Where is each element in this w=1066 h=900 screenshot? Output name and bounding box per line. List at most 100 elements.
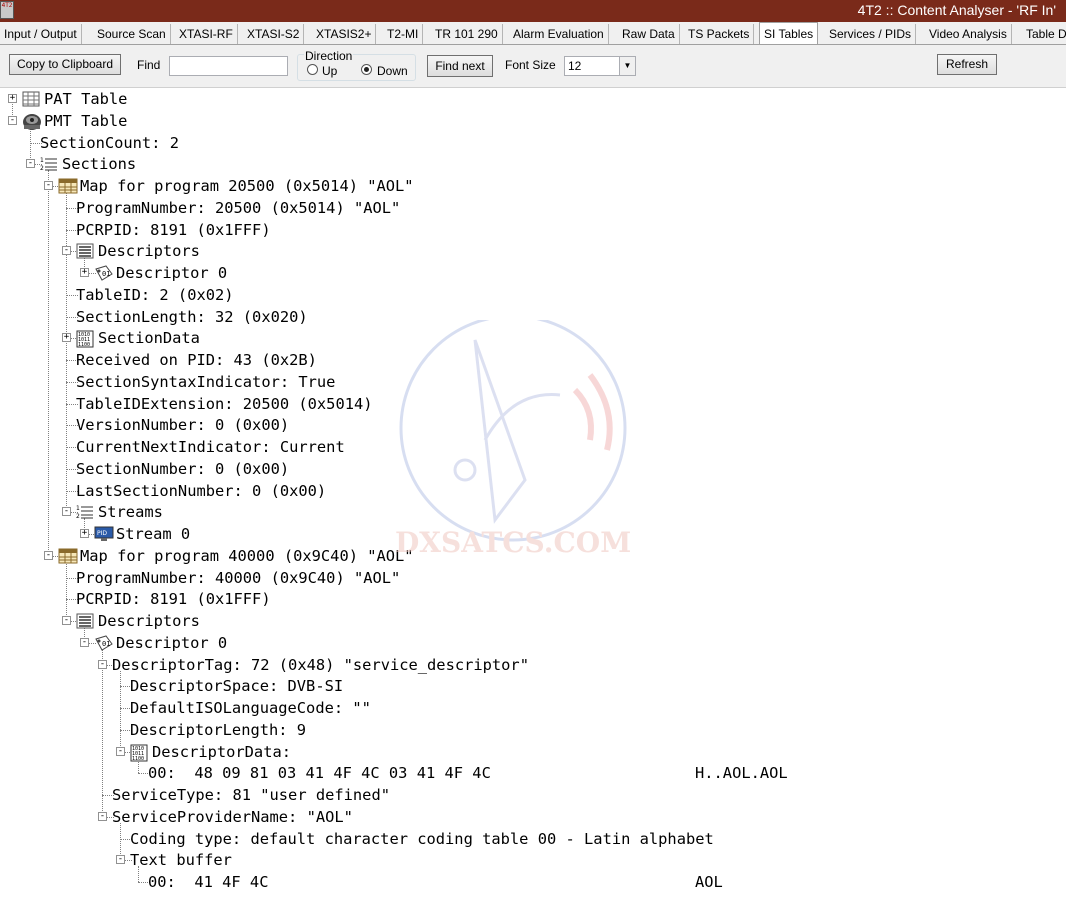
hex-ascii-text: H..AOL.AOL [695, 764, 788, 783]
tree-node-label[interactable]: SectionLength: 32 (0x020) [76, 306, 308, 328]
tree-node-label[interactable]: PCRPID: 8191 (0x1FFF) [76, 219, 271, 241]
tab-video-analysis[interactable]: Video Analysis [925, 24, 1012, 44]
tab-xtasi-s2[interactable]: XTASI-S2 [243, 24, 305, 44]
font-size-select[interactable]: 12 ▼ [564, 56, 636, 76]
expand-icon[interactable]: + [80, 268, 89, 277]
binary-data-icon: 1010 1011 1100 [76, 330, 94, 348]
tree-node-label[interactable]: Sections [62, 153, 136, 175]
collapse-icon[interactable]: - [116, 855, 125, 865]
tree-node-label[interactable]: 00: 48 09 81 03 41 4F 4C 03 41 4F 4C [148, 762, 491, 784]
si-table-tree[interactable]: + PAT Table - PMT Table SectionCount: 2-1 2 Se… [0, 88, 1066, 900]
expand-icon[interactable]: + [62, 333, 71, 343]
tab-si-tables[interactable]: SI Tables [759, 22, 819, 44]
app-icon-label: 4T2 [1, 2, 13, 9]
tree-node-label[interactable]: VersionNumber: 0 (0x00) [76, 414, 289, 436]
direction-up-radio[interactable] [307, 64, 318, 75]
tree-node-label[interactable]: CurrentNextIndicator: Current [76, 436, 345, 458]
tab-xtasi-rf[interactable]: XTASI-RF [175, 24, 238, 44]
tab-source-scan[interactable]: Source Scan [93, 24, 171, 44]
collapse-icon[interactable]: - [44, 181, 53, 190]
collapse-icon[interactable]: - [98, 659, 107, 669]
tree-node-label[interactable]: DescriptorSpace: DVB-SI [130, 675, 343, 697]
tab-services-pids[interactable]: Services / PIDs [825, 24, 917, 44]
expand-icon[interactable]: + [8, 94, 17, 103]
svg-text:2: 2 [40, 165, 44, 172]
tab-t2-mi[interactable]: T2-MI [383, 24, 424, 44]
tree-node-label[interactable]: Descriptor 0 [116, 632, 227, 654]
find-label: Find [137, 58, 161, 72]
find-next-button[interactable]: Find next [427, 55, 493, 77]
table-grid-icon [22, 91, 40, 107]
tree-node-label[interactable]: Map for program 40000 (0x9C40) "AOL" [80, 545, 414, 567]
tree-node-label[interactable]: DescriptorData: [152, 741, 291, 763]
tab-tr-101-290[interactable]: TR 101 290 [431, 24, 503, 44]
tree-node-label[interactable]: Received on PID: 43 (0x2B) [76, 349, 317, 371]
svg-text:1: 1 [40, 157, 44, 164]
tree-node-label[interactable]: ServiceProviderName: "AOL" [112, 806, 353, 828]
collapse-icon[interactable]: - [62, 246, 71, 256]
map-table-icon [58, 548, 78, 564]
tree-node-label[interactable]: Text buffer [130, 849, 232, 871]
tab-strip: Input / Output Source Scan XTASI-RF XTASI-S… [0, 22, 1066, 45]
tree-node-label[interactable]: PAT Table [44, 88, 127, 110]
tree-node-label[interactable]: SectionCount: 2 [40, 132, 179, 154]
tree-node-label[interactable]: PMT Table [44, 110, 127, 132]
window-title: 4T2 :: Content Analyser - 'RF In' [857, 2, 1056, 18]
chevron-down-icon[interactable]: ▼ [619, 57, 635, 75]
hex-ascii-text: AOL [695, 873, 723, 891]
tree-node-label[interactable]: TableID: 2 (0x02) [76, 284, 234, 306]
numbered-list-icon: 12 [40, 156, 58, 172]
font-size-label: Font Size [505, 58, 556, 72]
tree-guide-line [48, 170, 49, 556]
video-stream-icon: PID [94, 526, 114, 542]
title-bar: 4T2 4T2 :: Content Analyser - 'RF In' [0, 0, 1066, 22]
svg-text:01: 01 [102, 640, 110, 648]
app-icon[interactable]: 4T2 [0, 1, 14, 19]
tree-node-label[interactable]: DescriptorLength: 9 [130, 719, 306, 741]
collapse-icon[interactable]: - [44, 550, 53, 560]
refresh-button[interactable]: Refresh [937, 54, 997, 75]
svg-text:1100: 1100 [132, 756, 144, 762]
expand-icon[interactable]: + [80, 529, 89, 538]
collapse-icon[interactable]: - [8, 115, 17, 125]
tree-node-label[interactable]: Descriptor 0 [116, 262, 227, 284]
copy-to-clipboard-button[interactable]: Copy to Clipboard [9, 54, 121, 75]
tree-node-label[interactable]: ProgramNumber: 40000 (0x9C40) "AOL" [76, 567, 400, 589]
tab-raw-data[interactable]: Raw Data [618, 24, 680, 44]
tree-node-label[interactable]: 00: 41 4F 4C [148, 871, 268, 893]
tree-node-label[interactable]: DescriptorTag: 72 (0x48) "service_descri… [112, 654, 529, 676]
tree-node-label[interactable]: ProgramNumber: 20500 (0x5014) "AOL" [76, 197, 400, 219]
map-table-icon [58, 178, 78, 194]
tree-node-label[interactable]: SectionData [98, 327, 200, 349]
tree-guide-line [66, 561, 67, 621]
collapse-icon[interactable]: - [26, 159, 35, 169]
descriptor-tag-icon: 01 [94, 265, 113, 281]
collapse-icon[interactable]: - [62, 616, 71, 625]
tab-ts-packets[interactable]: TS Packets [684, 24, 755, 44]
tree-node-label[interactable]: Descriptors [98, 610, 200, 632]
tab-alarm-evaluation[interactable]: Alarm Evaluation [509, 24, 609, 44]
direction-up-label: Up [322, 64, 338, 78]
collapse-icon[interactable]: - [80, 637, 89, 647]
tab-input-output[interactable]: Input / Output [0, 24, 82, 44]
collapse-icon[interactable]: - [98, 811, 107, 821]
tree-node-label[interactable]: LastSectionNumber: 0 (0x00) [76, 480, 326, 502]
tree-node-label[interactable]: ServiceType: 81 "user defined" [112, 784, 390, 806]
collapse-icon[interactable]: - [62, 507, 71, 517]
tree-node-label[interactable]: SectionNumber: 0 (0x00) [76, 458, 289, 480]
tree-node-label[interactable]: Streams [98, 501, 163, 523]
tab-xtasis2[interactable]: XTASIS2+ [312, 24, 377, 44]
tree-node-label[interactable]: Stream 0 [116, 523, 190, 545]
tree-node-label[interactable]: Map for program 20500 (0x5014) "AOL" [80, 175, 414, 197]
tree-node-label[interactable]: SectionSyntaxIndicator: True [76, 371, 335, 393]
tree-node-label[interactable]: Descriptors [98, 240, 200, 262]
tree-node-label[interactable]: TableIDExtension: 20500 (0x5014) [76, 393, 373, 415]
tree-node-label[interactable]: PCRPID: 8191 (0x1FFF) [76, 588, 271, 610]
tree-node-label[interactable]: Coding type: default character coding ta… [130, 828, 714, 850]
tree-guide-line [120, 670, 121, 752]
find-input[interactable] [169, 56, 288, 76]
direction-down-radio[interactable] [361, 64, 372, 75]
collapse-icon[interactable]: - [116, 746, 125, 756]
tab-table-d[interactable]: Table D [1022, 24, 1066, 44]
tree-node-label[interactable]: DefaultISOLanguageCode: "" [130, 697, 371, 719]
